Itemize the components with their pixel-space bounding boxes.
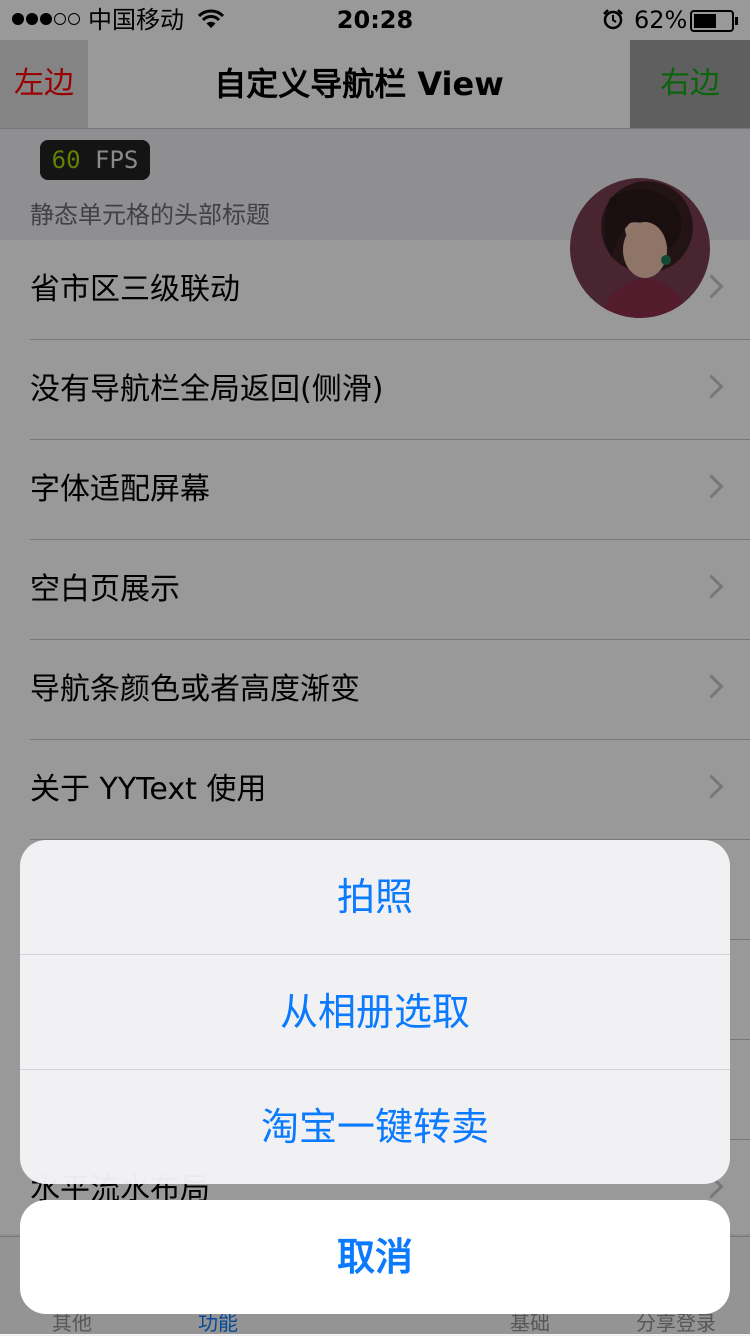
cancel-button[interactable]: 取消 xyxy=(20,1200,730,1314)
taobao-resell-button[interactable]: 淘宝一键转卖 xyxy=(20,1070,730,1184)
action-sheet: 拍照 从相册选取 淘宝一键转卖 xyxy=(20,840,730,1184)
take-photo-button[interactable]: 拍照 xyxy=(20,840,730,954)
choose-from-album-button[interactable]: 从相册选取 xyxy=(20,955,730,1069)
